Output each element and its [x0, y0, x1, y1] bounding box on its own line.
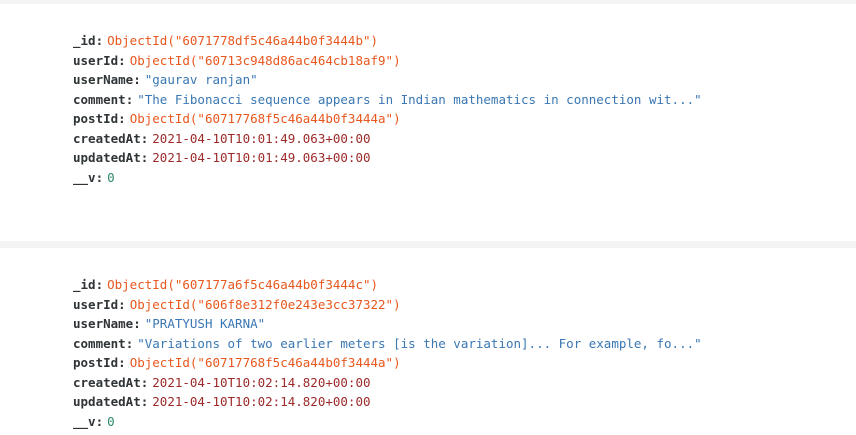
document-fields: _id: ObjectId("607177a6f5c46a44b0f3444c")…	[73, 275, 702, 431]
field-key: userId	[73, 52, 119, 68]
field-value[interactable]: ObjectId("60717768f5c46a44b0f3444a")	[130, 355, 401, 370]
field-colon: :	[140, 374, 149, 390]
field-colon: :	[95, 33, 104, 48]
field-colon: :	[118, 355, 126, 370]
field-colon: :	[125, 335, 134, 351]
field-value[interactable]: 0	[107, 170, 115, 185]
field-row-username: userName: "gaurav ranjan"	[73, 70, 702, 90]
field-row-userid: userId: ObjectId("606f8e312f0e243e3cc3732…	[73, 295, 702, 315]
field-key: _id	[73, 33, 96, 48]
field-value[interactable]: "gaurav ranjan"	[145, 72, 258, 87]
field-key: _id	[73, 277, 96, 292]
field-row-comment: comment: "The Fibonacci sequence appears …	[73, 90, 702, 110]
field-colon: :	[118, 52, 126, 68]
field-row-updatedat: updatedAt: 2021-04-10T10:02:14.820+00:00	[73, 392, 702, 412]
field-colon: :	[140, 130, 149, 146]
field-colon: :	[133, 316, 141, 331]
field-value[interactable]: ObjectId("607177a6f5c46a44b0f3444c")	[107, 277, 378, 292]
field-key: __v	[73, 169, 96, 185]
field-colon: :	[140, 150, 149, 165]
document-card[interactable]: _id: ObjectId("6071778df5c46a44b0f3444b")…	[0, 4, 856, 241]
field-colon: :	[118, 111, 126, 126]
field-row-username: userName: "PRATYUSH KARNA"	[73, 314, 702, 334]
field-colon: :	[95, 169, 104, 185]
field-value[interactable]: 2021-04-10T10:02:14.820+00:00	[152, 375, 370, 390]
field-key: createdAt	[73, 130, 141, 146]
field-key: userId	[73, 296, 119, 312]
field-row-userid: userId: ObjectId("60713c948d86ac464cb18af…	[73, 51, 702, 71]
field-value[interactable]: 2021-04-10T10:01:49.063+00:00	[152, 150, 370, 165]
field-key: postId	[73, 111, 119, 126]
field-row-comment: comment: "Variations of two earlier meter…	[73, 334, 702, 354]
field-colon: :	[133, 72, 141, 87]
field-value[interactable]: ObjectId("60713c948d86ac464cb18af9")	[130, 53, 401, 68]
field-colon: :	[125, 91, 134, 107]
field-row-postid: postId: ObjectId("60717768f5c46a44b0f3444…	[73, 109, 702, 129]
field-key: userName	[73, 72, 134, 87]
field-value[interactable]: ObjectId("60717768f5c46a44b0f3444a")	[130, 111, 401, 126]
field-value[interactable]: ObjectId("6071778df5c46a44b0f3444b")	[107, 33, 378, 48]
field-row-id: _id: ObjectId("6071778df5c46a44b0f3444b")	[73, 31, 702, 51]
field-row-id: _id: ObjectId("607177a6f5c46a44b0f3444c")	[73, 275, 702, 295]
field-value[interactable]: 0	[107, 414, 115, 429]
field-colon: :	[95, 413, 104, 429]
field-colon: :	[95, 277, 104, 292]
field-key: comment	[73, 91, 126, 107]
field-key: createdAt	[73, 374, 141, 390]
field-colon: :	[140, 394, 149, 409]
document-card[interactable]: _id: ObjectId("607177a6f5c46a44b0f3444c")…	[0, 248, 856, 435]
document-list: _id: ObjectId("6071778df5c46a44b0f3444b")…	[0, 0, 856, 435]
field-value[interactable]: 2021-04-10T10:01:49.063+00:00	[152, 131, 370, 146]
field-row-version: __v: 0	[73, 168, 702, 188]
field-key: comment	[73, 335, 126, 351]
field-key: userName	[73, 316, 134, 331]
field-value[interactable]: "PRATYUSH KARNA"	[145, 316, 265, 331]
field-value[interactable]: 2021-04-10T10:02:14.820+00:00	[152, 394, 370, 409]
field-value[interactable]: "The Fibonacci sequence appears in India…	[137, 92, 701, 107]
field-row-updatedat: updatedAt: 2021-04-10T10:01:49.063+00:00	[73, 148, 702, 168]
field-row-version: __v: 0	[73, 412, 702, 432]
field-row-createdat: createdAt: 2021-04-10T10:01:49.063+00:00	[73, 129, 702, 149]
field-value[interactable]: "Variations of two earlier meters [is th…	[137, 336, 701, 351]
field-key: updatedAt	[73, 150, 141, 165]
field-colon: :	[118, 296, 126, 312]
field-row-createdat: createdAt: 2021-04-10T10:02:14.820+00:00	[73, 373, 702, 393]
field-value[interactable]: ObjectId("606f8e312f0e243e3cc37322")	[130, 297, 401, 312]
field-row-postid: postId: ObjectId("60717768f5c46a44b0f3444…	[73, 353, 702, 373]
field-key: updatedAt	[73, 394, 141, 409]
document-fields: _id: ObjectId("6071778df5c46a44b0f3444b")…	[73, 31, 702, 187]
field-key: postId	[73, 355, 119, 370]
field-key: __v	[73, 413, 96, 429]
